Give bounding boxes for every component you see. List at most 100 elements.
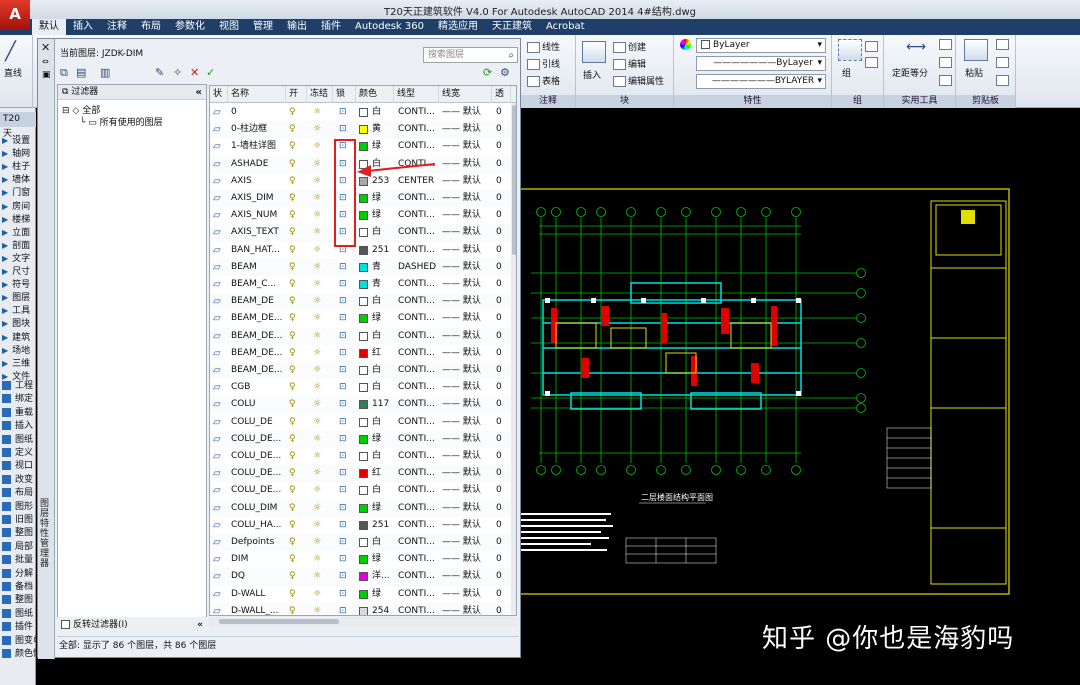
layer-row[interactable]: ▱ BEAM_DE... ♀ ☼ ⊡ 红 CONTI... —— 默认 0: [210, 345, 516, 362]
lightbulb-icon[interactable]: ♀: [289, 448, 301, 465]
layer-name[interactable]: COLU_HA...: [231, 517, 283, 534]
tab-10[interactable]: 精选应用: [431, 19, 485, 35]
column-header[interactable]: 开: [286, 86, 307, 103]
layer-linetype[interactable]: CONTI...: [398, 534, 442, 551]
layer-lineweight[interactable]: —— 默认: [442, 293, 487, 310]
layer-row[interactable]: ▱ COLU_DE ♀ ☼ ⊡ 白 CONTI... —— 默认 0: [210, 414, 516, 431]
vertical-scrollbar[interactable]: [511, 103, 516, 615]
unlock-icon[interactable]: ⊡: [339, 104, 351, 121]
lightbulb-icon[interactable]: ♀: [289, 431, 301, 448]
layer-lineweight[interactable]: —— 默认: [442, 551, 487, 568]
unlock-icon[interactable]: ⊡: [339, 500, 351, 517]
layer-status-icon[interactable]: ▱: [213, 156, 227, 173]
layer-color-name[interactable]: 白: [372, 224, 398, 241]
layer-transparency[interactable]: 0: [496, 586, 510, 603]
color-swatch[interactable]: [359, 366, 368, 375]
layer-transparency[interactable]: 0: [496, 259, 510, 276]
layer-color-name[interactable]: 红: [372, 465, 398, 482]
sun-icon[interactable]: ☼: [313, 500, 327, 517]
lightbulb-icon[interactable]: ♀: [289, 276, 301, 293]
sun-icon[interactable]: ☼: [313, 156, 327, 173]
layer-status-icon[interactable]: ▱: [213, 586, 227, 603]
sun-icon[interactable]: ☼: [313, 242, 327, 259]
palette-tool-item[interactable]: 插入: [2, 420, 33, 433]
layer-transparency[interactable]: 0: [496, 293, 510, 310]
color-swatch[interactable]: [359, 400, 368, 410]
layer-linetype[interactable]: CONTI...: [398, 568, 442, 585]
column-header[interactable]: 线型: [394, 86, 439, 103]
create-block-button[interactable]: 创建: [613, 40, 646, 53]
close-icon[interactable]: ✕: [41, 41, 50, 54]
layer-lineweight[interactable]: —— 默认: [442, 310, 487, 327]
layer-name[interactable]: BEAM_DE...: [231, 345, 283, 362]
utility-icon-b[interactable]: [939, 57, 952, 68]
unlock-icon[interactable]: ⊡: [339, 568, 351, 585]
unlock-icon[interactable]: ⊡: [339, 586, 351, 603]
palette-tool-item[interactable]: 视口: [2, 460, 33, 473]
layer-name[interactable]: COLU_DE...: [231, 431, 283, 448]
layer-lineweight[interactable]: —— 默认: [442, 156, 487, 173]
layer-name[interactable]: BEAM_C...: [231, 276, 283, 293]
layer-name[interactable]: Defpoints: [231, 534, 283, 551]
lightbulb-icon[interactable]: ♀: [289, 603, 301, 615]
cut-icon[interactable]: [996, 39, 1009, 50]
new-property-filter-icon[interactable]: ⧉: [60, 66, 68, 80]
collapse-filter-icon[interactable]: «: [196, 85, 202, 100]
sun-icon[interactable]: ☼: [313, 517, 327, 534]
layer-lineweight[interactable]: —— 默认: [442, 500, 487, 517]
line-icon[interactable]: ╱: [5, 41, 29, 63]
color-swatch[interactable]: [359, 452, 368, 461]
palette-tool-item[interactable]: 整图: [2, 527, 33, 540]
layer-color-name[interactable]: 绿: [372, 138, 398, 155]
paste-icon[interactable]: [964, 39, 988, 61]
layer-row[interactable]: ▱ BEAM_DE... ♀ ☼ ⊡ 白 CONTI... —— 默认 0: [210, 327, 516, 345]
layer-row[interactable]: ▱ COLU_DE... ♀ ☼ ⊡ 白 CONTI... —— 默认 0: [210, 448, 516, 465]
sun-icon[interactable]: ☼: [313, 465, 327, 482]
layer-name[interactable]: D-WALL_...: [231, 603, 283, 615]
palette-tool-item[interactable]: 整图: [2, 594, 33, 607]
divide-button-label[interactable]: 定距等分: [892, 66, 928, 79]
layer-linetype[interactable]: CONTI...: [398, 431, 442, 448]
unlock-icon[interactable]: ⊡: [339, 310, 351, 327]
layer-lineweight[interactable]: —— 默认: [442, 448, 487, 465]
layer-lineweight[interactable]: —— 默认: [442, 328, 487, 345]
layer-name[interactable]: 1-墙柱详图: [231, 138, 283, 155]
layer-row[interactable]: ▱ AXIS_TEXT ♀ ☼ ⊡ 白 CONTI... —— 默认 0: [210, 224, 516, 242]
unlock-icon[interactable]: ⊡: [339, 603, 351, 615]
layer-linetype[interactable]: CONTI...: [398, 362, 442, 379]
lightbulb-icon[interactable]: ♀: [289, 138, 301, 155]
layer-lineweight[interactable]: —— 默认: [442, 121, 487, 138]
palette-tool-item[interactable]: 备档: [2, 581, 33, 594]
sun-icon[interactable]: ☼: [313, 310, 327, 327]
sun-icon[interactable]: ☼: [313, 293, 327, 310]
layer-row[interactable]: ▱ DQ ♀ ☼ ⊡ 洋... CONTI... —— 默认 0: [210, 568, 516, 586]
color-swatch[interactable]: [359, 503, 368, 513]
lightbulb-icon[interactable]: ♀: [289, 414, 301, 431]
copy-icon[interactable]: [996, 57, 1009, 68]
layer-lineweight[interactable]: —— 默认: [442, 517, 487, 534]
new-vp-frozen-layer-icon[interactable]: ✧: [173, 66, 182, 79]
tab-6[interactable]: 管理: [246, 19, 280, 35]
layer-status-icon[interactable]: ▱: [213, 293, 227, 310]
sun-icon[interactable]: ☼: [313, 173, 327, 190]
layer-row[interactable]: ▱ COLU_DE... ♀ ☼ ⊡ 红 CONTI... —— 默认 0: [210, 465, 516, 483]
layer-linetype[interactable]: CONTI...: [398, 121, 442, 138]
layer-transparency[interactable]: 0: [496, 242, 510, 259]
sun-icon[interactable]: ☼: [313, 482, 327, 499]
palette-tool-item[interactable]: 图纸: [2, 608, 33, 621]
layer-row[interactable]: ▱ AXIS_DIM ♀ ☼ ⊡ 绿 CONTI... —— 默认 0: [210, 190, 516, 208]
layer-name[interactable]: ASHADE: [231, 156, 283, 173]
layer-row[interactable]: ▱ 0 ♀ ☼ ⊡ 白 CONTI... —— 默认 0: [210, 104, 516, 121]
layer-color-name[interactable]: 白: [372, 379, 398, 396]
tab-2[interactable]: 注释: [100, 19, 134, 35]
layer-row[interactable]: ▱ D-WALL ♀ ☼ ⊡ 绿 CONTI... —— 默认 0: [210, 586, 516, 603]
search-icon[interactable]: ⌕: [508, 49, 514, 63]
sun-icon[interactable]: ☼: [313, 603, 327, 615]
layer-status-icon[interactable]: ▱: [213, 448, 227, 465]
palette-menu-item[interactable]: ▶ 房间: [2, 200, 30, 213]
lightbulb-icon[interactable]: ♀: [289, 121, 301, 138]
layer-status-icon[interactable]: ▱: [213, 104, 227, 121]
palette-menu-item[interactable]: ▶ 门窗: [2, 186, 30, 199]
palette-tool-item[interactable]: 旧图: [2, 514, 33, 527]
layer-status-icon[interactable]: ▱: [213, 207, 227, 224]
